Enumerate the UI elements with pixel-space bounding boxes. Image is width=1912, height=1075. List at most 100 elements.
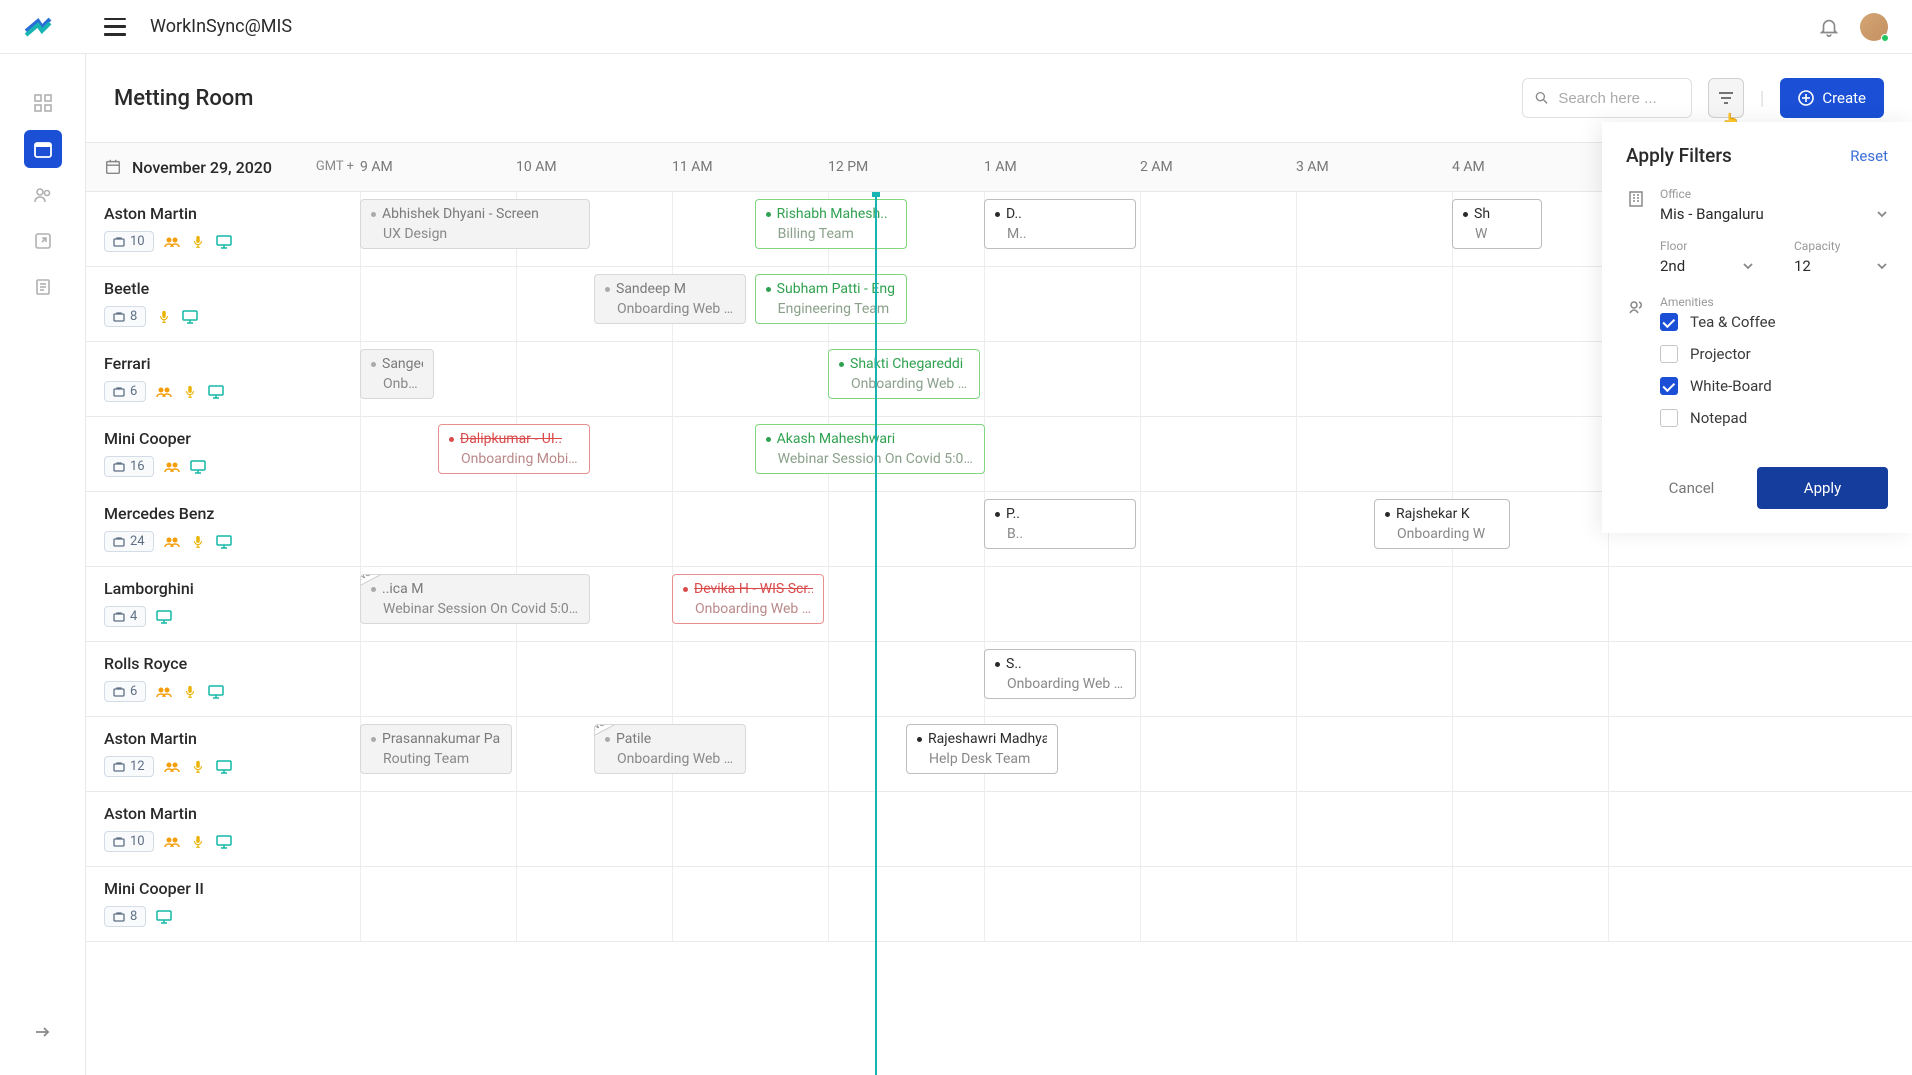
capacity-badge: 4 [104, 606, 146, 627]
capacity-badge: 6 [104, 381, 146, 402]
event-block[interactable]: S.. Onboarding Web S.. [984, 649, 1136, 699]
nav-dashboard[interactable] [24, 84, 62, 122]
amenity-checkbox[interactable]: Projector [1660, 345, 1888, 363]
mic-icon [156, 310, 172, 324]
room-name: Aston Martin [104, 204, 296, 223]
amenities-label: Amenities [1660, 295, 1888, 309]
hour-label: 2 AM [1140, 159, 1296, 175]
display-icon [216, 235, 232, 249]
mic-icon [182, 685, 198, 699]
filter-title: Apply Filters [1626, 144, 1732, 167]
screen-icon [164, 760, 180, 774]
bell-icon[interactable] [1818, 16, 1840, 38]
event-block[interactable]: D.. M.. [984, 199, 1136, 249]
room-name: Rolls Royce [104, 654, 296, 673]
room-name: Lamborghini [104, 579, 296, 598]
event-block[interactable]: NO SHOWPatile Onboarding Web S.. [594, 724, 746, 774]
hour-label: 3 AM [1296, 159, 1452, 175]
create-button[interactable]: Create [1780, 78, 1884, 118]
hour-label: 9 AM [360, 159, 516, 175]
room-name: Mini Cooper [104, 429, 296, 448]
timezone-label: GMT + [314, 159, 360, 175]
amenity-checkbox[interactable]: Tea & Coffee [1660, 313, 1888, 331]
page-title: Metting Room [114, 86, 253, 111]
event-block[interactable]: Dalipkumar - UI.. Onboarding Mobil.. [438, 424, 590, 474]
event-block[interactable]: Sh W [1452, 199, 1542, 249]
sidebar [0, 54, 86, 1075]
app-logo [24, 13, 52, 41]
screen-icon [164, 460, 180, 474]
room-name: Ferrari [104, 354, 296, 373]
hour-label: 12 PM [828, 159, 984, 175]
event-block[interactable]: Rishabh Mahesh.. Billing Team [755, 199, 907, 249]
hour-label: 4 AM [1452, 159, 1608, 175]
capacity-badge: 6 [104, 681, 146, 702]
office-label: Office [1660, 187, 1888, 201]
event-block[interactable]: Rajeshawri Madhya.. Help Desk Team [906, 724, 1058, 774]
menu-icon[interactable] [104, 18, 126, 36]
create-label: Create [1822, 89, 1866, 107]
event-block[interactable]: NO SHOW..ica M Webinar Session On Covid … [360, 574, 590, 624]
divider: | [1760, 88, 1764, 109]
event-block[interactable]: Subham Patti - Eng.. Engineering Team [755, 274, 907, 324]
room-name: Beetle [104, 279, 296, 298]
mic-icon [190, 535, 206, 549]
event-block[interactable]: Sandeep M Onboarding Web S.. [594, 274, 746, 324]
display-icon [156, 910, 172, 924]
nav-share[interactable] [24, 222, 62, 260]
capacity-badge: 8 [104, 906, 146, 927]
avatar[interactable] [1860, 13, 1888, 41]
filter-button[interactable]: 👆 [1708, 78, 1744, 118]
hour-label: 10 AM [516, 159, 672, 175]
screen-icon [164, 835, 180, 849]
search-input[interactable] [1522, 78, 1692, 118]
display-icon [190, 460, 206, 474]
building-icon [1626, 189, 1646, 209]
floor-label: Floor [1660, 239, 1754, 253]
display-icon [182, 310, 198, 324]
mic-icon [190, 760, 206, 774]
event-block[interactable]: P.. B.. [984, 499, 1136, 549]
capacity-badge: 16 [104, 456, 154, 477]
screen-icon [156, 685, 172, 699]
filter-apply[interactable]: Apply [1757, 467, 1888, 509]
display-icon [208, 685, 224, 699]
screen-icon [156, 385, 172, 399]
display-icon [156, 610, 172, 624]
screen-icon [164, 235, 180, 249]
nav-calendar[interactable] [24, 130, 62, 168]
event-block[interactable]: Sangee.. Onboar.. [360, 349, 434, 399]
room-name: Aston Martin [104, 804, 296, 823]
capacity-label: Capacity [1794, 239, 1888, 253]
capacity-badge: 10 [104, 831, 154, 852]
room-name: Aston Martin [104, 729, 296, 748]
calendar-icon [104, 158, 122, 176]
filter-cancel[interactable]: Cancel [1626, 467, 1757, 509]
mic-icon [190, 235, 206, 249]
floor-select[interactable]: 2nd [1660, 257, 1754, 275]
expand-sidebar-icon[interactable] [24, 1013, 62, 1051]
office-select[interactable]: Mis - Bangaluru [1660, 205, 1888, 223]
event-block[interactable]: Akash Maheshwari Webinar Session On Covi… [755, 424, 985, 474]
event-block[interactable]: Rajshekar K Onboarding W [1374, 499, 1510, 549]
event-block[interactable]: Prasannakumar Pa.. Routing Team [360, 724, 512, 774]
amenity-checkbox[interactable]: White-Board [1660, 377, 1888, 395]
app-title: WorkInSync@MIS [150, 16, 292, 37]
event-block[interactable]: Devika H - WIS Scr.. Onboarding Web S.. [672, 574, 824, 624]
hour-label: 11 AM [672, 159, 828, 175]
capacity-badge: 8 [104, 306, 146, 327]
nav-people[interactable] [24, 176, 62, 214]
amenities-icon [1626, 297, 1646, 317]
amenity-checkbox[interactable]: Notepad [1660, 409, 1888, 427]
event-block[interactable]: Shakti Chegareddi Onboarding Web S.. [828, 349, 980, 399]
display-icon [208, 385, 224, 399]
capacity-badge: 10 [104, 231, 154, 252]
room-name: Mini Cooper II [104, 879, 296, 898]
capacity-select[interactable]: 12 [1794, 257, 1888, 275]
event-block[interactable]: Abhishek Dhyani - Screen UX Design [360, 199, 590, 249]
date-label[interactable]: November 29, 2020 [132, 158, 272, 177]
display-icon [216, 835, 232, 849]
filter-reset[interactable]: Reset [1850, 147, 1888, 165]
nav-docs[interactable] [24, 268, 62, 306]
mic-icon [182, 385, 198, 399]
